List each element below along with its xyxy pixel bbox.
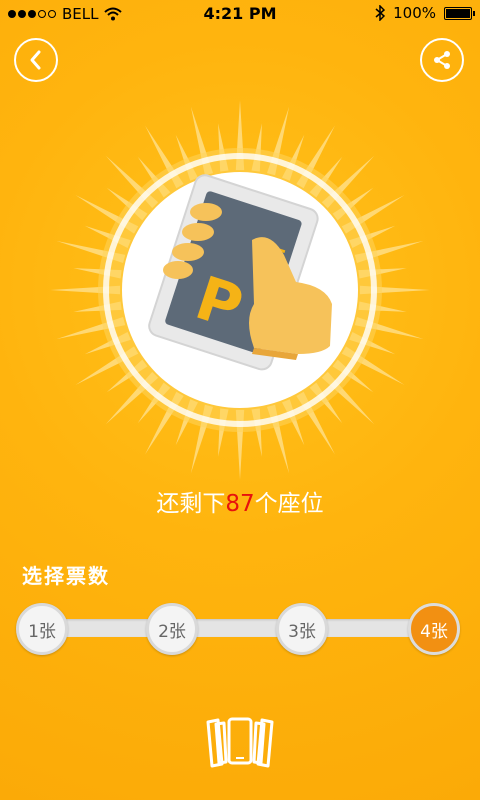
status-bar: BELL 4:21 PM 100%: [0, 0, 480, 30]
battery-percent: 100%: [393, 4, 436, 22]
remaining-seats-text: 还剩下87个座位: [0, 484, 480, 518]
battery-icon: [444, 6, 475, 20]
share-button[interactable]: [420, 38, 464, 82]
ticket-option-1[interactable]: 1张: [16, 603, 68, 655]
ticket-count-title: 选择票数: [22, 564, 110, 588]
ticket-option-3[interactable]: 3张: [276, 603, 328, 655]
share-icon: [434, 51, 450, 69]
remaining-prefix: 还剩下: [156, 491, 226, 517]
status-right: 100%: [375, 4, 475, 22]
chevron-left-icon: [30, 50, 41, 70]
remaining-count: 87: [225, 491, 255, 517]
shake-phone-icon[interactable]: [204, 714, 276, 770]
ticket-option-2[interactable]: 2张: [146, 603, 198, 655]
ticket-option-4[interactable]: 4张: [408, 603, 460, 655]
back-button[interactable]: [14, 38, 58, 82]
hero-illustration: P 票: [50, 100, 430, 480]
ticket-slider-track[interactable]: [28, 619, 448, 637]
bluetooth-icon: [375, 5, 386, 21]
remaining-suffix: 个座位: [254, 491, 324, 517]
